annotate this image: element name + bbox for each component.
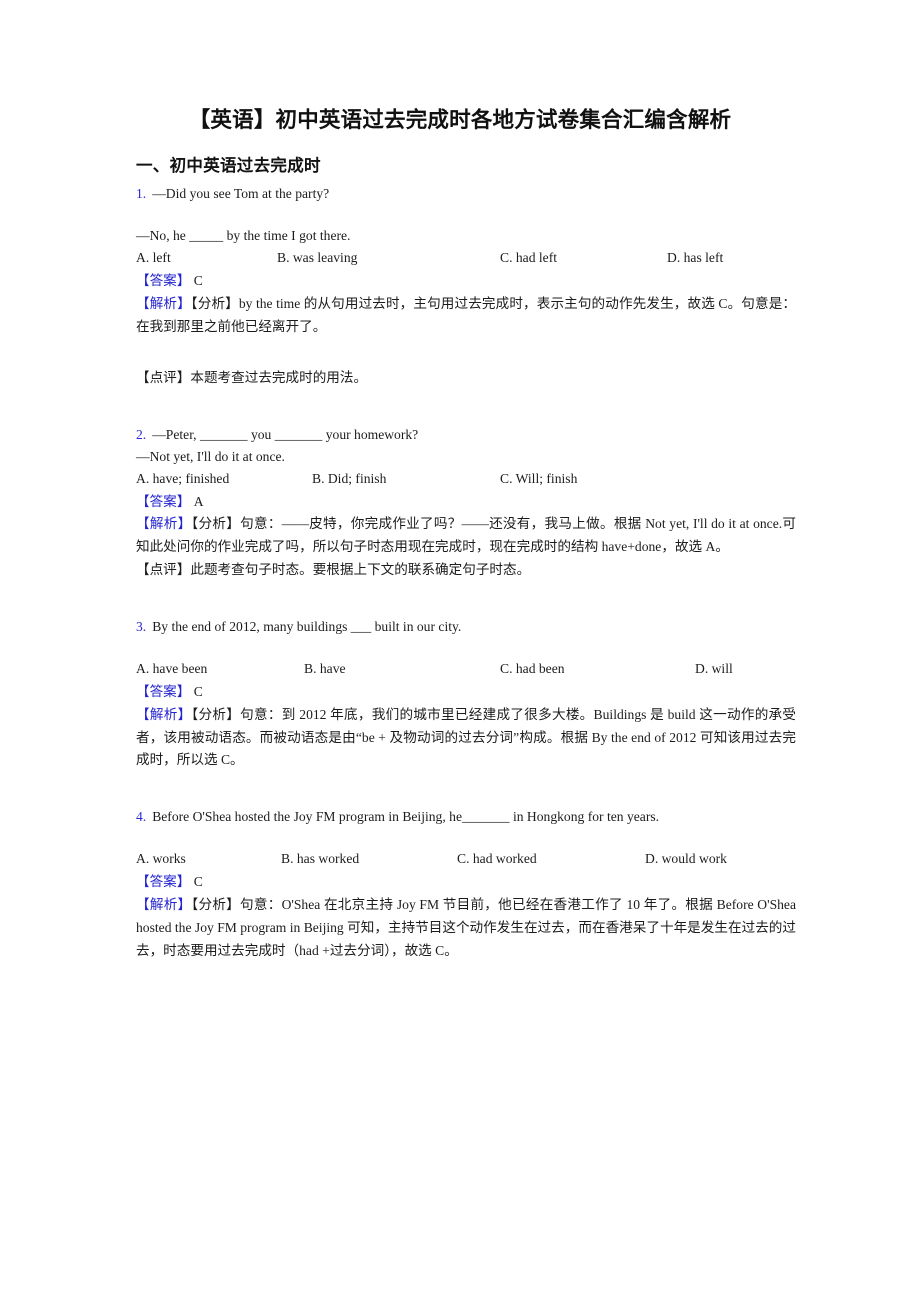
- question-block-2: 2. —Peter, _______ you _______ your homew…: [136, 424, 796, 582]
- question-3-option-b[interactable]: B. have: [304, 659, 346, 679]
- question-4-options: A. works B. has worked C. had worked D. …: [136, 849, 796, 871]
- question-2-explanation: 【解析】【分析】句意：——皮特，你完成作业了吗？——还没有，我马上做。根据 No…: [136, 513, 796, 559]
- question-3-stem-text: By the end of 2012, many buildings ___ b…: [152, 618, 462, 634]
- explanation-label: 【解析】: [136, 897, 192, 913]
- question-block-1: 1. —Did you see Tom at the party? —No, he…: [136, 183, 796, 389]
- question-3-number: 3.: [136, 618, 147, 634]
- question-3-option-d[interactable]: D. will: [695, 659, 733, 679]
- question-4-stem-text: Before O'Shea hosted the Joy FM program …: [152, 809, 660, 825]
- question-3-option-a[interactable]: A. have been: [136, 659, 207, 679]
- question-1-stem: 1. —Did you see Tom at the party?: [136, 183, 796, 205]
- question-4-stem: 4. Before O'Shea hosted the Joy FM progra…: [136, 806, 796, 828]
- question-4-option-b[interactable]: B. has worked: [281, 849, 359, 869]
- document-body: 一、初中英语过去完成时 1. —Did you see Tom at the pa…: [136, 155, 796, 963]
- question-block-4: 4. Before O'Shea hosted the Joy FM progra…: [136, 806, 796, 962]
- question-4-option-c[interactable]: C. had worked: [457, 849, 537, 869]
- question-4-option-a[interactable]: A. works: [136, 849, 186, 869]
- question-2-option-c[interactable]: C. Will; finish: [500, 469, 577, 489]
- question-3-explanation: 【解析】【分析】句意：到 2012 年底，我们的城市里已经建成了很多大楼。Bui…: [136, 704, 796, 772]
- question-1-option-d[interactable]: D. has left: [667, 248, 723, 268]
- question-4-explanation: 【解析】【分析】句意：O'Shea 在北京主持 Joy FM 节目前，他已经在香…: [136, 894, 796, 962]
- analysis-label: 【分析】: [191, 516, 241, 532]
- question-2-answer: 【答案】 A: [136, 491, 796, 514]
- question-1-number: 1.: [136, 186, 147, 202]
- document-page: 【英语】初中英语过去完成时各地方试卷集合汇编含解析 一、初中英语过去完成时 1.…: [0, 0, 920, 1302]
- question-2-number: 2.: [136, 426, 147, 442]
- explanation-label: 【解析】: [136, 706, 192, 722]
- explanation-label: 【解析】: [136, 296, 191, 312]
- question-1-comment-text: 本题考查过去完成时的用法。: [190, 369, 368, 385]
- question-1-options: A. left B. was leaving C. had left D. ha…: [136, 248, 796, 270]
- question-3-stem: 3. By the end of 2012, many buildings ___…: [136, 616, 796, 638]
- question-1-stem-text: —Did you see Tom at the party?: [152, 186, 330, 202]
- answer-label: 【答案】: [136, 493, 191, 509]
- section-heading: 一、初中英语过去完成时: [136, 156, 321, 175]
- answer-label: 【答案】: [136, 683, 191, 699]
- question-2-stem-text: —Peter, _______ you _______ your homewor…: [152, 426, 419, 442]
- question-2-comment: 【点评】此题考查句子时态。要根据上下文的联系确定句子时态。: [136, 559, 796, 582]
- question-3-answer-value: C: [193, 683, 203, 699]
- question-3-options: A. have been B. have C. had been D. will: [136, 659, 796, 681]
- comment-label: 【点评】: [136, 369, 191, 385]
- analysis-label: 【分析】: [190, 296, 239, 312]
- question-2-answer-value: A: [193, 493, 204, 509]
- question-1-option-a[interactable]: A. left: [136, 248, 171, 268]
- comment-label: 【点评】: [136, 562, 191, 578]
- analysis-label: 【分析】: [191, 706, 241, 722]
- question-3-answer: 【答案】 C: [136, 681, 796, 704]
- question-1-option-c[interactable]: C. had left: [500, 248, 557, 268]
- question-1-explanation: 【解析】【分析】by the time 的从句用过去时，主句用过去完成时，表示主…: [136, 293, 796, 339]
- question-block-3: 3. By the end of 2012, many buildings ___…: [136, 616, 796, 772]
- question-2-comment-text: 此题考查句子时态。要根据上下文的联系确定句子时态。: [190, 562, 531, 578]
- question-2-stem: 2. —Peter, _______ you _______ your homew…: [136, 424, 796, 446]
- answer-label: 【答案】: [136, 273, 191, 289]
- explanation-label: 【解析】: [136, 516, 192, 532]
- question-4-answer: 【答案】 C: [136, 871, 796, 894]
- question-4-answer-value: C: [193, 874, 203, 890]
- question-2-option-b[interactable]: B. Did; finish: [312, 469, 386, 489]
- answer-label: 【答案】: [136, 874, 191, 890]
- question-1-answer: 【答案】 C: [136, 270, 796, 293]
- analysis-label: 【分析】: [191, 897, 241, 913]
- question-1-stem2: —No, he _____ by the time I got there.: [136, 228, 351, 244]
- page-title: 【英语】初中英语过去完成时各地方试卷集合汇编含解析: [188, 108, 732, 132]
- question-2-options: A. have; finished B. Did; finish C. Will…: [136, 469, 796, 491]
- question-1-answer-value: C: [193, 273, 203, 289]
- question-2-option-a[interactable]: A. have; finished: [136, 469, 229, 489]
- question-4-number: 4.: [136, 809, 147, 825]
- question-1-comment: 【点评】本题考查过去完成时的用法。: [136, 367, 796, 390]
- question-3-option-c[interactable]: C. had been: [500, 659, 565, 679]
- question-1-option-b[interactable]: B. was leaving: [277, 248, 357, 268]
- question-4-option-d[interactable]: D. would work: [645, 849, 727, 869]
- question-2-stem2: —Not yet, I'll do it at once.: [136, 448, 285, 464]
